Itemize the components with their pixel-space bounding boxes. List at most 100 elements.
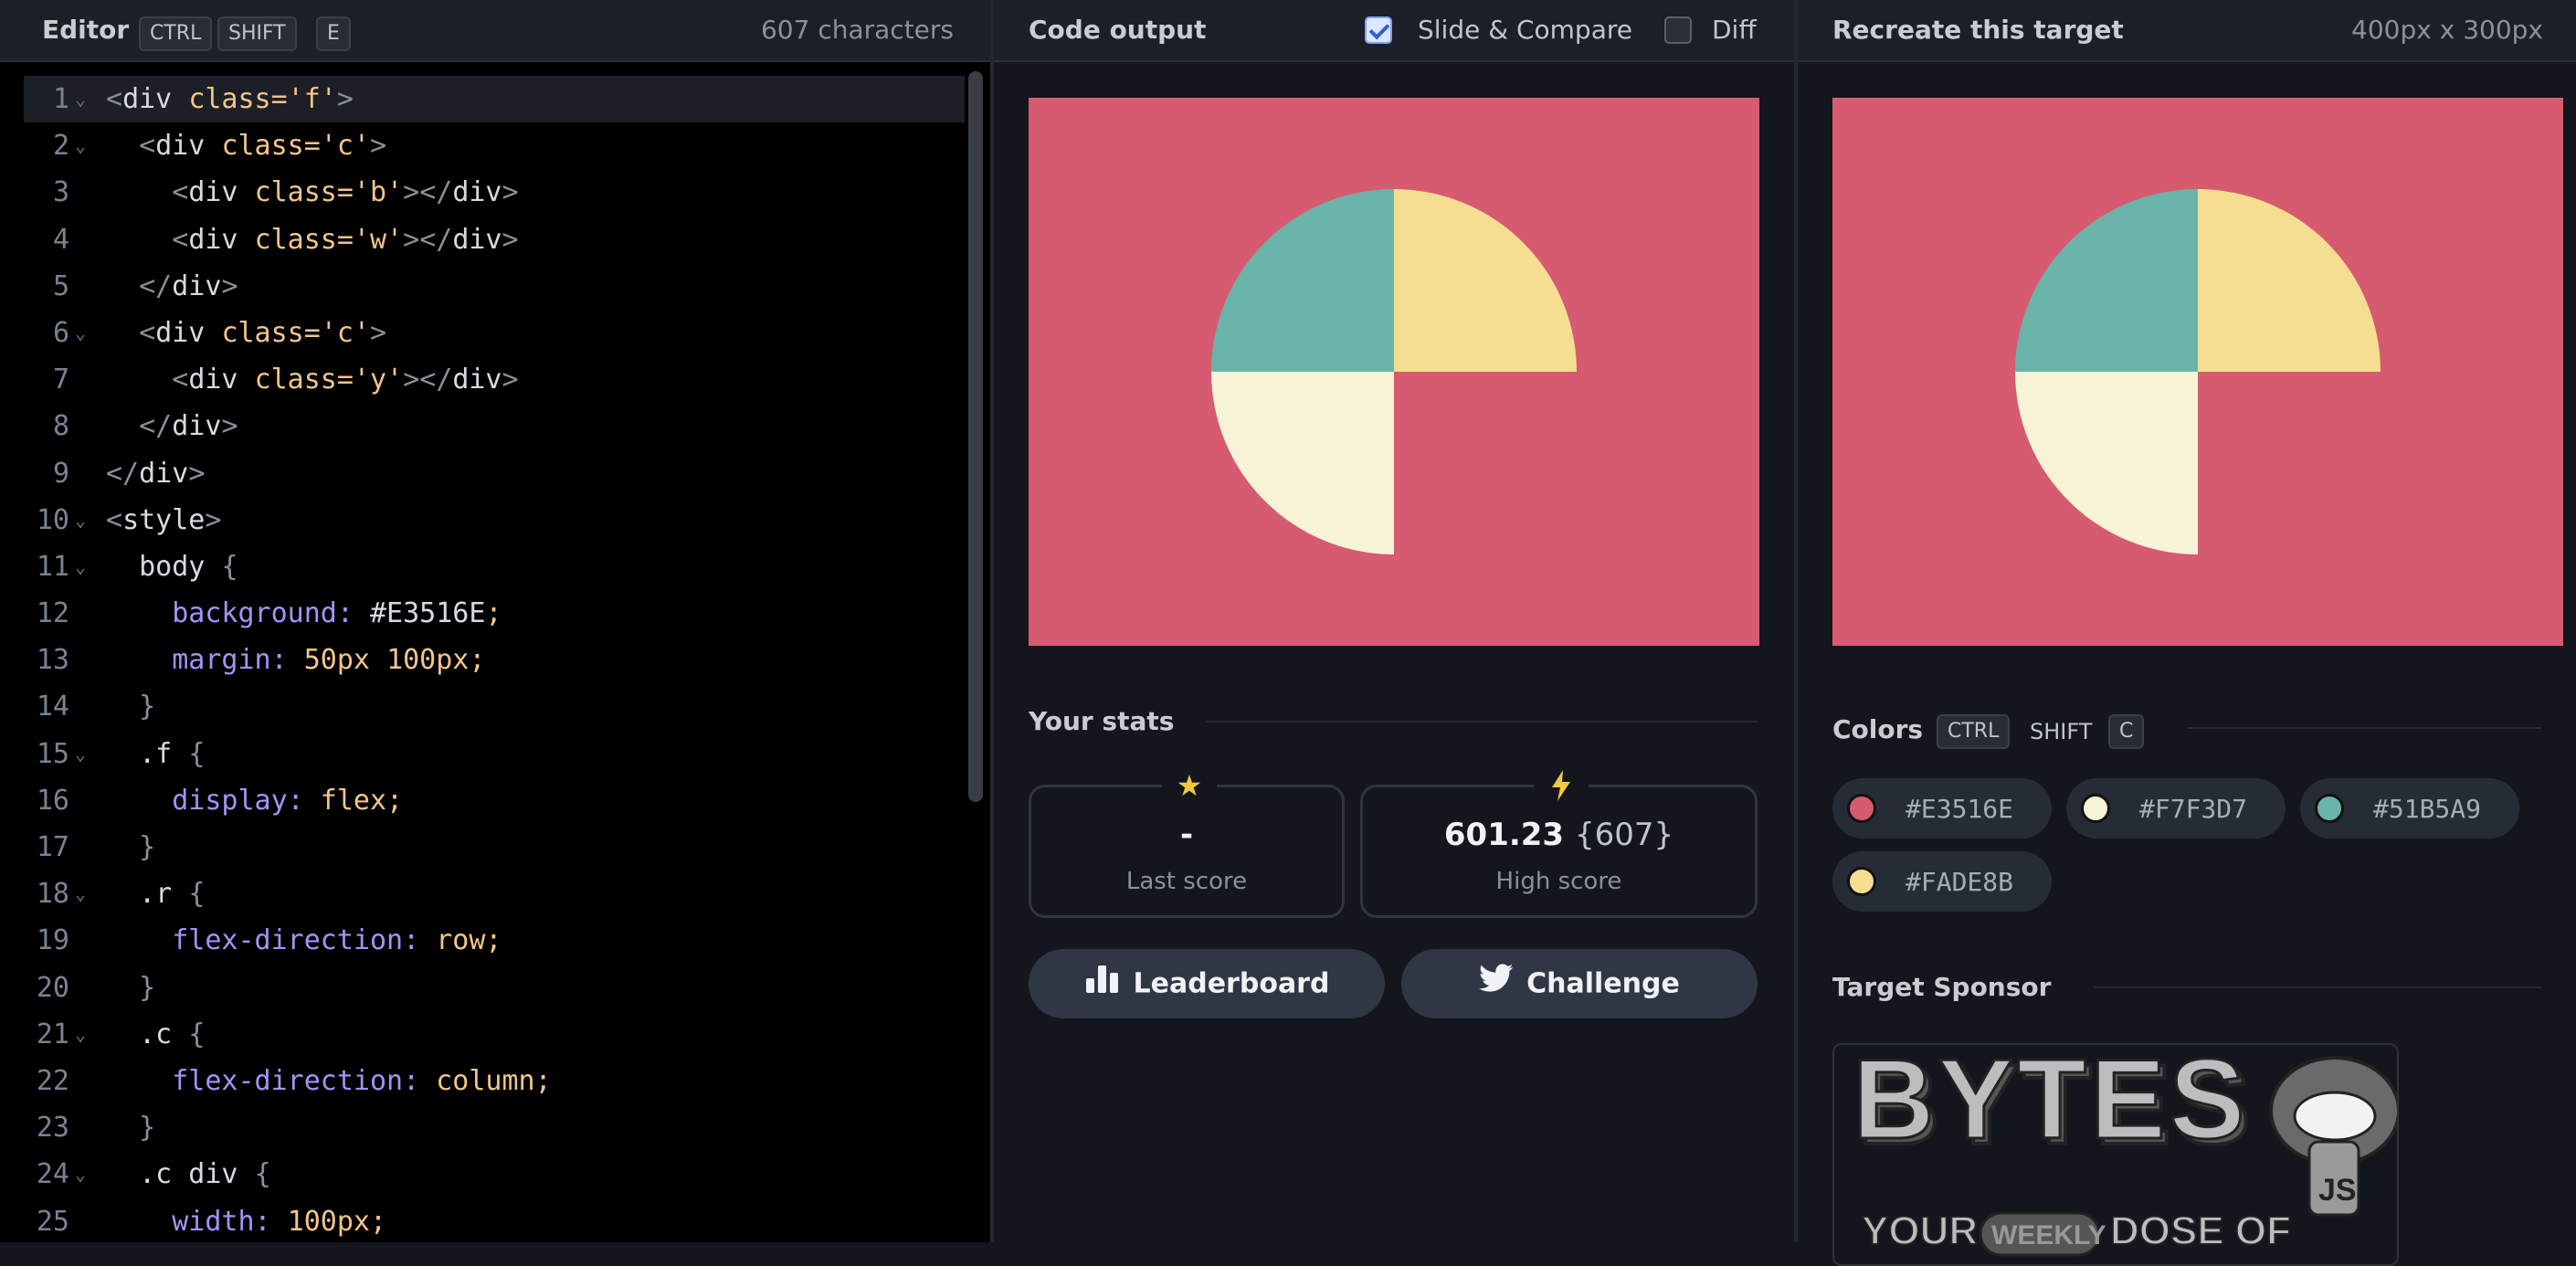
shortcut-key-ctrl: CTRL bbox=[1937, 714, 2011, 749]
code-line[interactable]: 1 ⌄ <div class='f'> bbox=[24, 76, 965, 123]
line-number: 18 bbox=[36, 878, 69, 911]
code-line[interactable]: 24 ⌄ .c div { bbox=[24, 1151, 965, 1197]
line-number: 1 bbox=[52, 83, 69, 115]
high-score-label: High score bbox=[1495, 868, 1622, 895]
target-title: Recreate this target bbox=[1832, 15, 2124, 45]
yellow-quarter bbox=[1394, 189, 1577, 372]
fold-chevron-icon[interactable]: ⌄ bbox=[75, 122, 86, 169]
code-line[interactable]: 17 } bbox=[24, 824, 965, 870]
sponsor-tagline-your: YOUR bbox=[1862, 1208, 1978, 1253]
code-line[interactable]: 18 ⌄ .r { bbox=[24, 870, 965, 917]
shortcut-key-c: C bbox=[2108, 714, 2145, 749]
code-line-text: display: flex; bbox=[172, 784, 404, 817]
leaderboard-button[interactable]: Leaderboard bbox=[1029, 949, 1385, 1018]
fold-chevron-icon[interactable]: ⌄ bbox=[75, 76, 86, 122]
color-swatch[interactable]: #FADE8B bbox=[1832, 851, 2052, 912]
color-dot bbox=[2081, 794, 2110, 823]
sponsor-tagline-weekly: WEEKLY bbox=[1991, 1220, 2106, 1250]
fold-chevron-icon[interactable]: ⌄ bbox=[75, 1011, 86, 1058]
code-line[interactable]: 19 flex-direction: row; bbox=[24, 917, 965, 964]
code-line[interactable]: 10 ⌄ <style> bbox=[24, 497, 965, 543]
leaderboard-label: Leaderboard bbox=[1133, 967, 1330, 1000]
line-number: 4 bbox=[52, 223, 69, 256]
color-swatch[interactable]: #51B5A9 bbox=[2300, 778, 2519, 839]
character-count: 607 characters bbox=[760, 15, 954, 45]
diff-checkbox[interactable] bbox=[1664, 16, 1692, 44]
diff-label[interactable]: Diff bbox=[1712, 15, 1757, 45]
editor-scrollbar[interactable] bbox=[968, 71, 983, 802]
code-line[interactable]: 9 </div> bbox=[24, 450, 965, 497]
code-line[interactable]: 15 ⌄ .f { bbox=[24, 731, 965, 777]
code-line[interactable]: 3 <div class='b'></div> bbox=[24, 169, 965, 216]
line-number: 17 bbox=[36, 831, 69, 863]
fold-chevron-icon[interactable]: ⌄ bbox=[75, 731, 86, 777]
editor-panel: Editor CTRL SHIFT E 607 characters 1 ⌄ <di… bbox=[0, 0, 990, 1242]
color-dot bbox=[2315, 794, 2344, 823]
code-output-preview[interactable] bbox=[1029, 98, 1759, 646]
teal-quarter bbox=[1211, 189, 1394, 372]
challenge-button[interactable]: Challenge bbox=[1401, 949, 1758, 1018]
code-line-text: } bbox=[139, 1112, 156, 1145]
last-score-card: ★ - Last score bbox=[1029, 767, 1345, 918]
code-line-text: </div> bbox=[139, 269, 238, 302]
fold-chevron-icon[interactable]: ⌄ bbox=[75, 497, 86, 543]
code-line[interactable]: 22 flex-direction: column; bbox=[24, 1058, 965, 1104]
line-number: 3 bbox=[52, 176, 69, 209]
bytes-logo: BYTES BYTES JS YOUR WEEKLY DOSE OF bbox=[1852, 1045, 2397, 1257]
fold-chevron-icon[interactable]: ⌄ bbox=[75, 310, 86, 356]
shortcut-key-shift: SHIFT bbox=[2030, 719, 2093, 744]
color-swatch[interactable]: #E3516E bbox=[1832, 778, 2052, 839]
code-line[interactable]: 23 } bbox=[24, 1104, 965, 1151]
color-dot bbox=[1847, 867, 1876, 896]
color-hex: #F7F3D7 bbox=[2139, 794, 2248, 824]
sponsor-banner[interactable]: BYTES BYTES JS YOUR WEEKLY DOSE OF bbox=[1832, 1043, 2399, 1266]
code-line-text: <div class='c'> bbox=[139, 130, 387, 163]
code-line[interactable]: 5 </div> bbox=[24, 263, 965, 310]
output-header: Code output Slide & Compare Diff bbox=[994, 0, 1794, 62]
line-number: 12 bbox=[36, 597, 69, 630]
code-line-text: .c { bbox=[106, 1018, 206, 1050]
fold-chevron-icon[interactable]: ⌄ bbox=[75, 1151, 86, 1197]
code-line-text: flex-direction: row; bbox=[172, 924, 502, 957]
high-score-chars: {607} bbox=[1574, 817, 1674, 853]
line-number: 8 bbox=[52, 410, 69, 443]
bar-chart-icon bbox=[1084, 950, 1121, 1019]
code-line[interactable]: 20 } bbox=[24, 965, 965, 1011]
twitter-icon bbox=[1479, 950, 1514, 1019]
color-dot bbox=[1847, 794, 1876, 823]
target-sponsor-title: Target Sponsor bbox=[1832, 972, 2052, 1002]
slide-compare-label[interactable]: Slide & Compare bbox=[1418, 15, 1632, 45]
code-line[interactable]: 2 ⌄ <div class='c'> bbox=[24, 122, 965, 169]
code-line-text: } bbox=[139, 691, 156, 723]
code-line-text: } bbox=[139, 831, 156, 863]
code-line[interactable]: 14 } bbox=[24, 683, 965, 730]
sponsor-divider bbox=[2094, 986, 2541, 988]
code-line[interactable]: 11 ⌄ body { bbox=[24, 543, 965, 590]
line-number: 10 bbox=[36, 503, 69, 536]
line-number: 16 bbox=[36, 784, 69, 817]
code-line[interactable]: 13 margin: 50px 100px; bbox=[24, 637, 965, 683]
editor-title: Editor bbox=[42, 15, 130, 45]
fold-chevron-icon[interactable]: ⌄ bbox=[75, 870, 86, 917]
fold-chevron-icon[interactable]: ⌄ bbox=[75, 543, 86, 590]
code-line[interactable]: 8 </div> bbox=[24, 403, 965, 449]
code-line[interactable]: 7 <div class='y'></div> bbox=[24, 356, 965, 403]
last-score-value: - bbox=[1179, 817, 1194, 853]
line-number: 14 bbox=[36, 691, 69, 723]
code-line[interactable]: 4 <div class='w'></div> bbox=[24, 216, 965, 263]
code-line[interactable]: 21 ⌄ .c { bbox=[24, 1011, 965, 1058]
line-number: 24 bbox=[36, 1158, 69, 1191]
code-line[interactable]: 6 ⌄ <div class='c'> bbox=[24, 310, 965, 356]
line-number: 15 bbox=[36, 737, 69, 770]
color-swatch[interactable]: #F7F3D7 bbox=[2066, 778, 2286, 839]
code-editor[interactable]: 1 ⌄ <div class='f'> 2 ⌄ <div class='c'> 3 <di… bbox=[24, 76, 965, 1242]
code-line[interactable]: 25 width: 100px; bbox=[24, 1198, 965, 1243]
code-line-text: <div class='b'></div> bbox=[172, 176, 519, 209]
code-line-text: body { bbox=[106, 550, 238, 583]
code-line-text: </div> bbox=[106, 457, 206, 490]
code-line[interactable]: 16 display: flex; bbox=[24, 777, 965, 824]
slide-compare-checkbox[interactable] bbox=[1365, 16, 1392, 44]
last-score-label: Last score bbox=[1125, 868, 1248, 895]
code-line[interactable]: 12 background: #E3516E; bbox=[24, 590, 965, 637]
sponsor-tagline-dose: DOSE OF bbox=[2110, 1208, 2291, 1253]
